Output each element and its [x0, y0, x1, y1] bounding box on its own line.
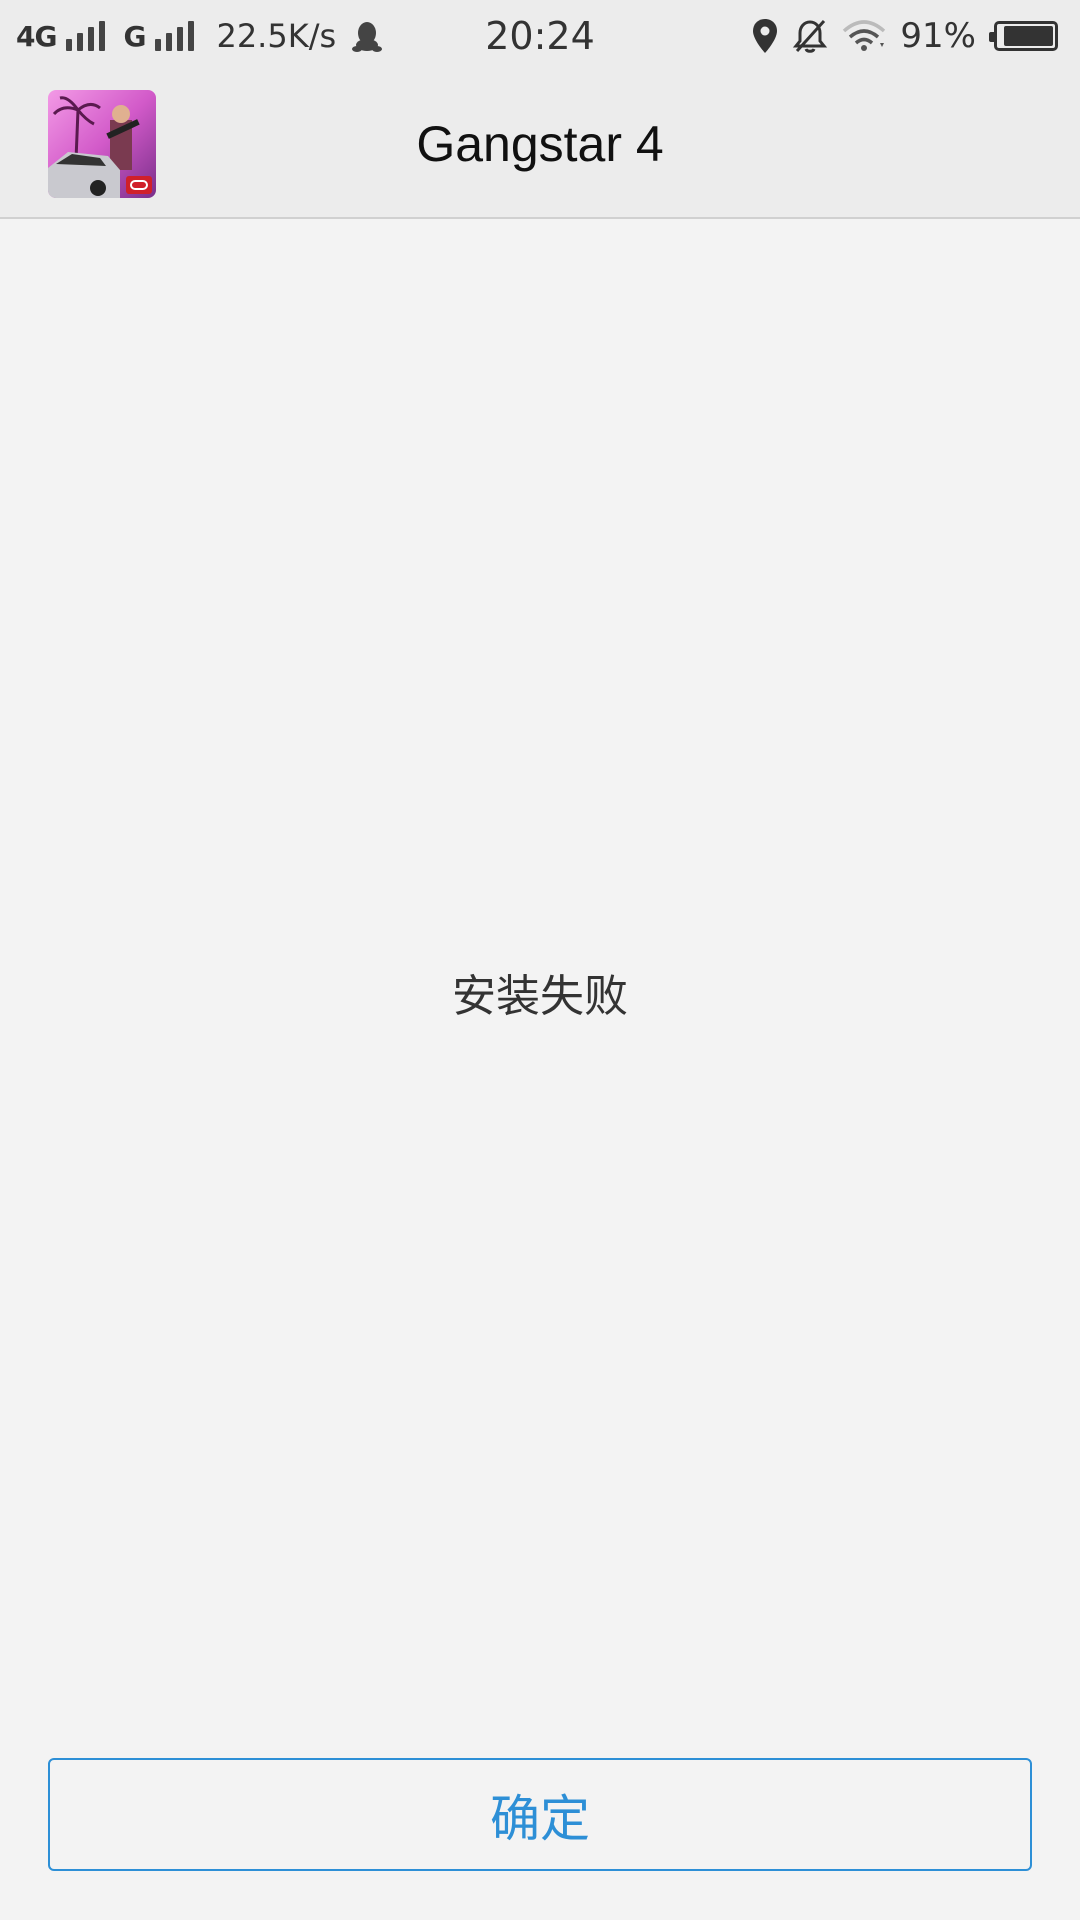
- network-type-primary: 4G: [16, 19, 57, 53]
- signal-icon: [155, 21, 195, 51]
- battery-percent: 91%: [900, 16, 976, 56]
- mute-bell-icon: [793, 19, 828, 53]
- qq-penguin-icon: [352, 22, 383, 52]
- status-bar-left: 4G G 22.5K/s: [16, 0, 383, 72]
- network-speed: 22.5K/s: [216, 17, 337, 55]
- network-type-secondary: G: [123, 19, 146, 53]
- battery-fill: [1004, 26, 1053, 46]
- install-status-message: 安装失败: [452, 971, 628, 1022]
- confirm-button[interactable]: 确定: [48, 1758, 1032, 1871]
- status-bar-right: 91%: [752, 0, 1058, 72]
- battery-icon: [989, 21, 1058, 51]
- wifi-icon: [843, 20, 886, 51]
- signal-icon: [66, 21, 106, 51]
- location-icon: [753, 19, 778, 53]
- app-title: Gangstar 4: [416, 116, 664, 172]
- status-bar: 4G G 22.5K/s 20:24 91%: [0, 0, 1080, 72]
- app-header: Gangstar 4: [0, 72, 1080, 219]
